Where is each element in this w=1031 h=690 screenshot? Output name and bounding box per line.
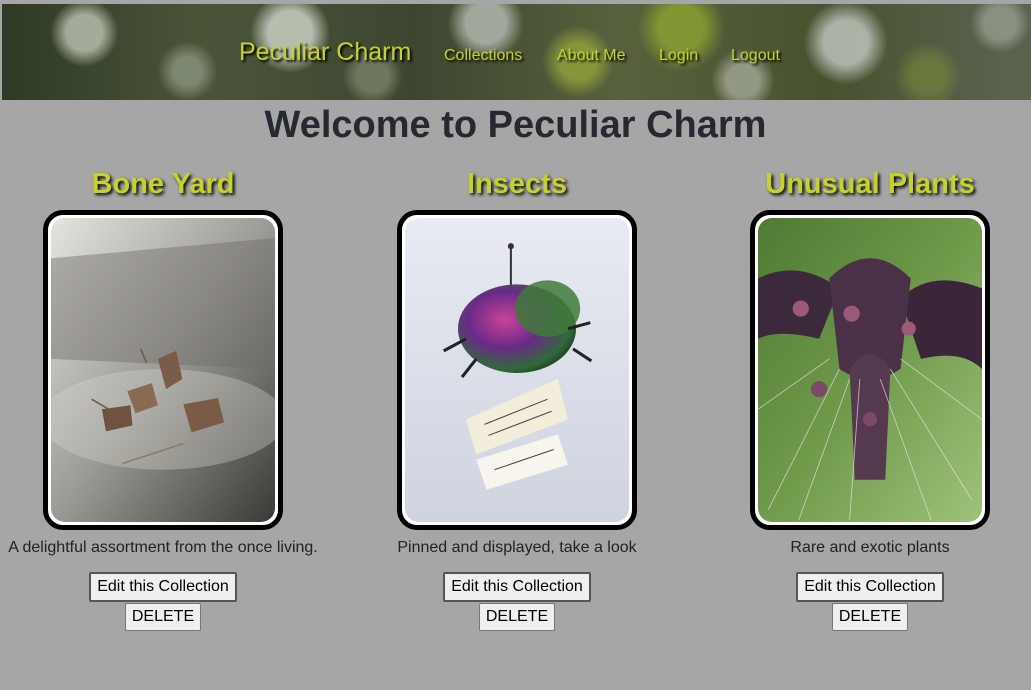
collection-description: A delightful assortment from the once li… xyxy=(8,539,318,556)
collection-image-frame[interactable] xyxy=(43,210,283,530)
collection-image-frame[interactable] xyxy=(750,210,990,530)
collection-title: Insects xyxy=(467,168,567,200)
edit-collection-button[interactable]: Edit this Collection xyxy=(89,572,237,602)
delete-collection-button[interactable]: DELETE xyxy=(831,603,909,631)
nav-login[interactable]: Login xyxy=(659,47,698,65)
collection-title: Unusual Plants xyxy=(765,168,975,200)
pinned-beetle-image[interactable] xyxy=(405,218,629,522)
brand-logo-text[interactable]: Peculiar Charm xyxy=(239,38,411,67)
edit-collection-button[interactable]: Edit this Collection xyxy=(796,572,944,602)
collection-description: Rare and exotic plants xyxy=(790,539,950,556)
edit-collection-button[interactable]: Edit this Collection xyxy=(443,572,591,602)
header-banner: Peculiar Charm Collections About Me Logi… xyxy=(2,4,1031,100)
collection-image-frame[interactable] xyxy=(397,210,637,530)
collection-card-unusual-plants: Unusual Plants Rare and exotic plants Ed… xyxy=(705,166,1031,631)
nav-about-me[interactable]: About Me xyxy=(557,47,625,65)
collection-card-insects: Insects Pinned and displayed, take a loo… xyxy=(352,166,682,631)
nav-logout[interactable]: Logout xyxy=(731,47,780,65)
collection-card-bone-yard: Bone Yard A delightful assortment from t… xyxy=(0,166,328,631)
collection-title: Bone Yard xyxy=(91,168,235,200)
delete-collection-button[interactable]: DELETE xyxy=(124,603,202,631)
collection-description: Pinned and displayed, take a look xyxy=(397,539,637,556)
page-title: Welcome to Peculiar Charm xyxy=(264,104,767,146)
bone-pods-image[interactable] xyxy=(51,218,275,522)
bat-flower-image[interactable] xyxy=(758,218,982,522)
delete-collection-button[interactable]: DELETE xyxy=(478,603,556,631)
nav-collections[interactable]: Collections xyxy=(444,47,522,65)
